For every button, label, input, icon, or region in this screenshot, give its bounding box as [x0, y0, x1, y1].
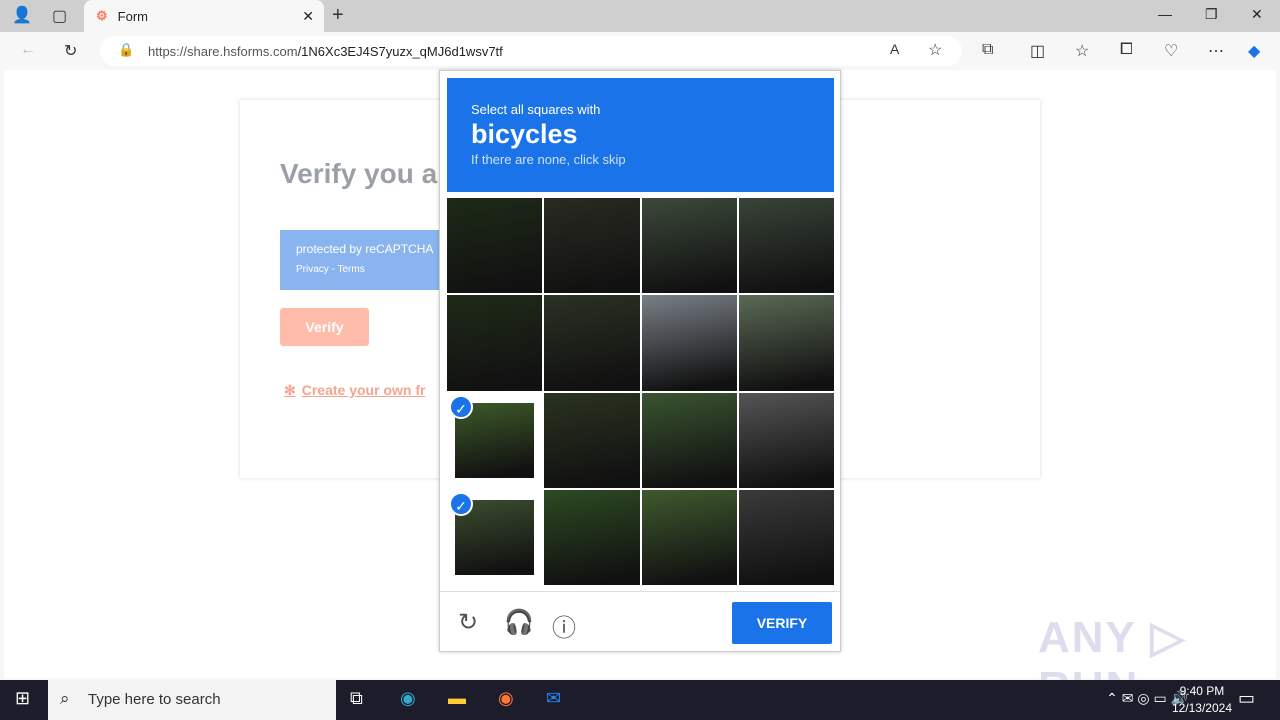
recaptcha-text: protected by reCAPTCHA	[296, 242, 434, 256]
split-screen-icon[interactable]: ◫	[1030, 41, 1045, 61]
tile-image	[738, 392, 834, 488]
edge-icon[interactable]: ◉	[400, 688, 416, 709]
date: 12/13/2024	[1171, 701, 1232, 715]
minimize-icon[interactable]: —	[1158, 6, 1172, 22]
url-host: https://share.hsforms.com	[148, 44, 298, 59]
grid-tile[interactable]: ✓	[447, 489, 543, 585]
grid-tile[interactable]	[544, 198, 640, 294]
challenge-hint: If there are none, click skip	[471, 152, 626, 167]
favorites-icon[interactable]: ☆	[1075, 41, 1089, 61]
page-title: Verify you a	[280, 158, 438, 189]
captcha-verify-button[interactable]: VERIFY	[732, 602, 832, 644]
create-form-link[interactable]: ✻ Create your own fr	[284, 382, 425, 399]
tile-image	[738, 489, 834, 585]
extensions-icon[interactable]: ⧉	[982, 41, 993, 59]
tile-image	[641, 489, 737, 585]
refresh-icon[interactable]: ↻	[64, 41, 77, 61]
grid-tile[interactable]	[447, 295, 543, 391]
image-grid: ✓ ✓	[447, 198, 834, 585]
grid-tile[interactable]	[738, 489, 834, 585]
search-icon: ⌕	[60, 689, 70, 708]
time: 9:40 PM	[1179, 684, 1225, 698]
grid-tile[interactable]	[544, 489, 640, 585]
outlook-icon[interactable]: ✉	[546, 688, 561, 709]
grid-tile[interactable]	[738, 198, 834, 294]
hubspot-icon: ⚙	[96, 8, 108, 23]
tile-image	[544, 489, 640, 585]
more-icon[interactable]: ⋯	[1208, 41, 1224, 61]
grid-tile[interactable]	[738, 392, 834, 488]
copilot-icon[interactable]: ◆	[1248, 41, 1260, 61]
clock[interactable]: 9:40 PM 12/13/2024	[1172, 683, 1232, 717]
tab-bar: 👤 ▢ ⚙ Form ✕ + — ❐ ✕	[0, 0, 1280, 32]
tile-image	[447, 198, 543, 294]
tile-image	[447, 295, 543, 391]
tile-image	[641, 198, 737, 294]
restore-icon[interactable]: ❐	[1205, 6, 1218, 23]
close-window-icon[interactable]: ✕	[1251, 6, 1263, 23]
close-tab-icon[interactable]: ✕	[302, 8, 314, 25]
challenge-footer: ↻ 🎧 ⓘ VERIFY	[440, 591, 840, 651]
browser-essentials-icon[interactable]: ♡	[1164, 41, 1178, 61]
info-icon[interactable]: ⓘ	[552, 608, 576, 643]
tile-image	[641, 295, 737, 391]
checkmark-icon: ✓	[449, 394, 473, 419]
grid-tile[interactable]	[447, 198, 543, 294]
create-form-link-text: Create your own fr	[301, 382, 426, 398]
tile-image	[544, 392, 640, 488]
challenge-header: Select all squares with bicycles If ther…	[447, 78, 834, 192]
file-explorer-icon[interactable]: ▬	[448, 688, 466, 709]
checkmark-icon: ✓	[449, 491, 473, 516]
form-verify-button[interactable]: Verify	[280, 308, 369, 346]
back-icon[interactable]: ←	[20, 41, 36, 59]
tile-image	[641, 392, 737, 488]
lock-icon[interactable]: 🔒	[118, 42, 134, 58]
profile-icon[interactable]: 👤	[12, 5, 32, 25]
grid-tile[interactable]	[641, 392, 737, 488]
address-bar-row: ← ↻ 🔒 https://share.hsforms.com/1N6Xc3EJ…	[0, 32, 1280, 70]
reload-icon[interactable]: ↻	[458, 608, 478, 637]
grid-tile[interactable]	[641, 295, 737, 391]
challenge-instruction: Select all squares with	[471, 102, 601, 117]
taskbar-search[interactable]: ⌕ Type here to search	[48, 680, 336, 720]
task-view-icon[interactable]: ⧉	[350, 688, 363, 709]
audio-headphones-icon[interactable]: 🎧	[504, 608, 534, 637]
tile-image	[544, 198, 640, 294]
start-icon[interactable]: ⊞	[15, 688, 30, 709]
grid-tile[interactable]	[544, 295, 640, 391]
tab-form[interactable]: ⚙ Form ✕	[84, 0, 324, 32]
grid-tile[interactable]	[641, 489, 737, 585]
grid-tile[interactable]	[544, 392, 640, 488]
taskbar: ⊞ ⌕ Type here to search ⧉ ◉ ▬ ◉ ✉ ⌃ ✉ ◎ ▭…	[0, 680, 1280, 720]
search-placeholder: Type here to search	[88, 691, 221, 708]
collections-icon[interactable]: ⧠	[1120, 41, 1133, 59]
url-path: /1N6Xc3EJ4S7yuzx_qMJ6d1wsv7tf	[297, 44, 503, 59]
url-input[interactable]: 🔒 https://share.hsforms.com/1N6Xc3EJ4S7y…	[100, 36, 962, 66]
grid-tile[interactable]	[641, 198, 737, 294]
firefox-icon[interactable]: ◉	[498, 688, 514, 709]
tile-image	[738, 198, 834, 294]
new-tab-icon[interactable]: +	[332, 4, 344, 27]
grid-tile[interactable]	[738, 295, 834, 391]
tile-image	[738, 295, 834, 391]
tab-title: Form	[117, 8, 148, 24]
recaptcha-challenge: Select all squares with bicycles If ther…	[439, 70, 841, 652]
favorite-star-icon[interactable]: ☆	[928, 40, 942, 60]
notifications-icon[interactable]: ▭	[1238, 688, 1255, 709]
hubspot-logo-icon: ✻	[284, 382, 296, 398]
read-aloud-icon[interactable]: A	[890, 41, 899, 57]
tab-actions-icon[interactable]: ▢	[52, 6, 67, 26]
grid-tile[interactable]: ✓	[447, 392, 543, 488]
challenge-target: bicycles	[471, 119, 578, 149]
tile-image	[544, 295, 640, 391]
